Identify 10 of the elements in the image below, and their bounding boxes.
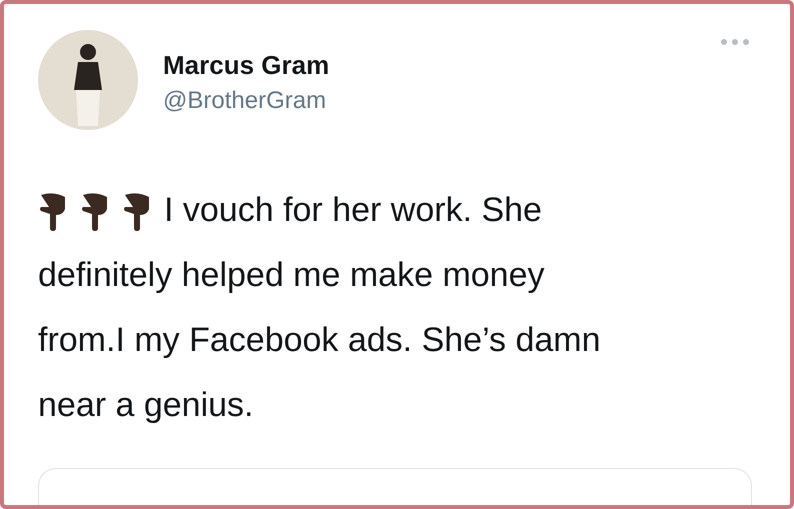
pointing-down-hand-icon: [122, 190, 152, 230]
more-options-icon[interactable]: [720, 38, 750, 46]
pointing-down-hand-icon: [80, 190, 110, 230]
pointing-down-hand-icon: [38, 190, 68, 230]
tweet-text-line: I vouch for her work. She: [164, 190, 542, 231]
user-handle: @BrotherGram: [163, 87, 328, 115]
tweet-text-line: near a genius.: [38, 385, 254, 426]
tweet-text-line: definitely helped me make money: [38, 255, 544, 296]
tweet-text-line: from.I my Facebook ads. She’s damn: [38, 320, 601, 361]
user-name: Marcus Gram: [163, 50, 330, 81]
